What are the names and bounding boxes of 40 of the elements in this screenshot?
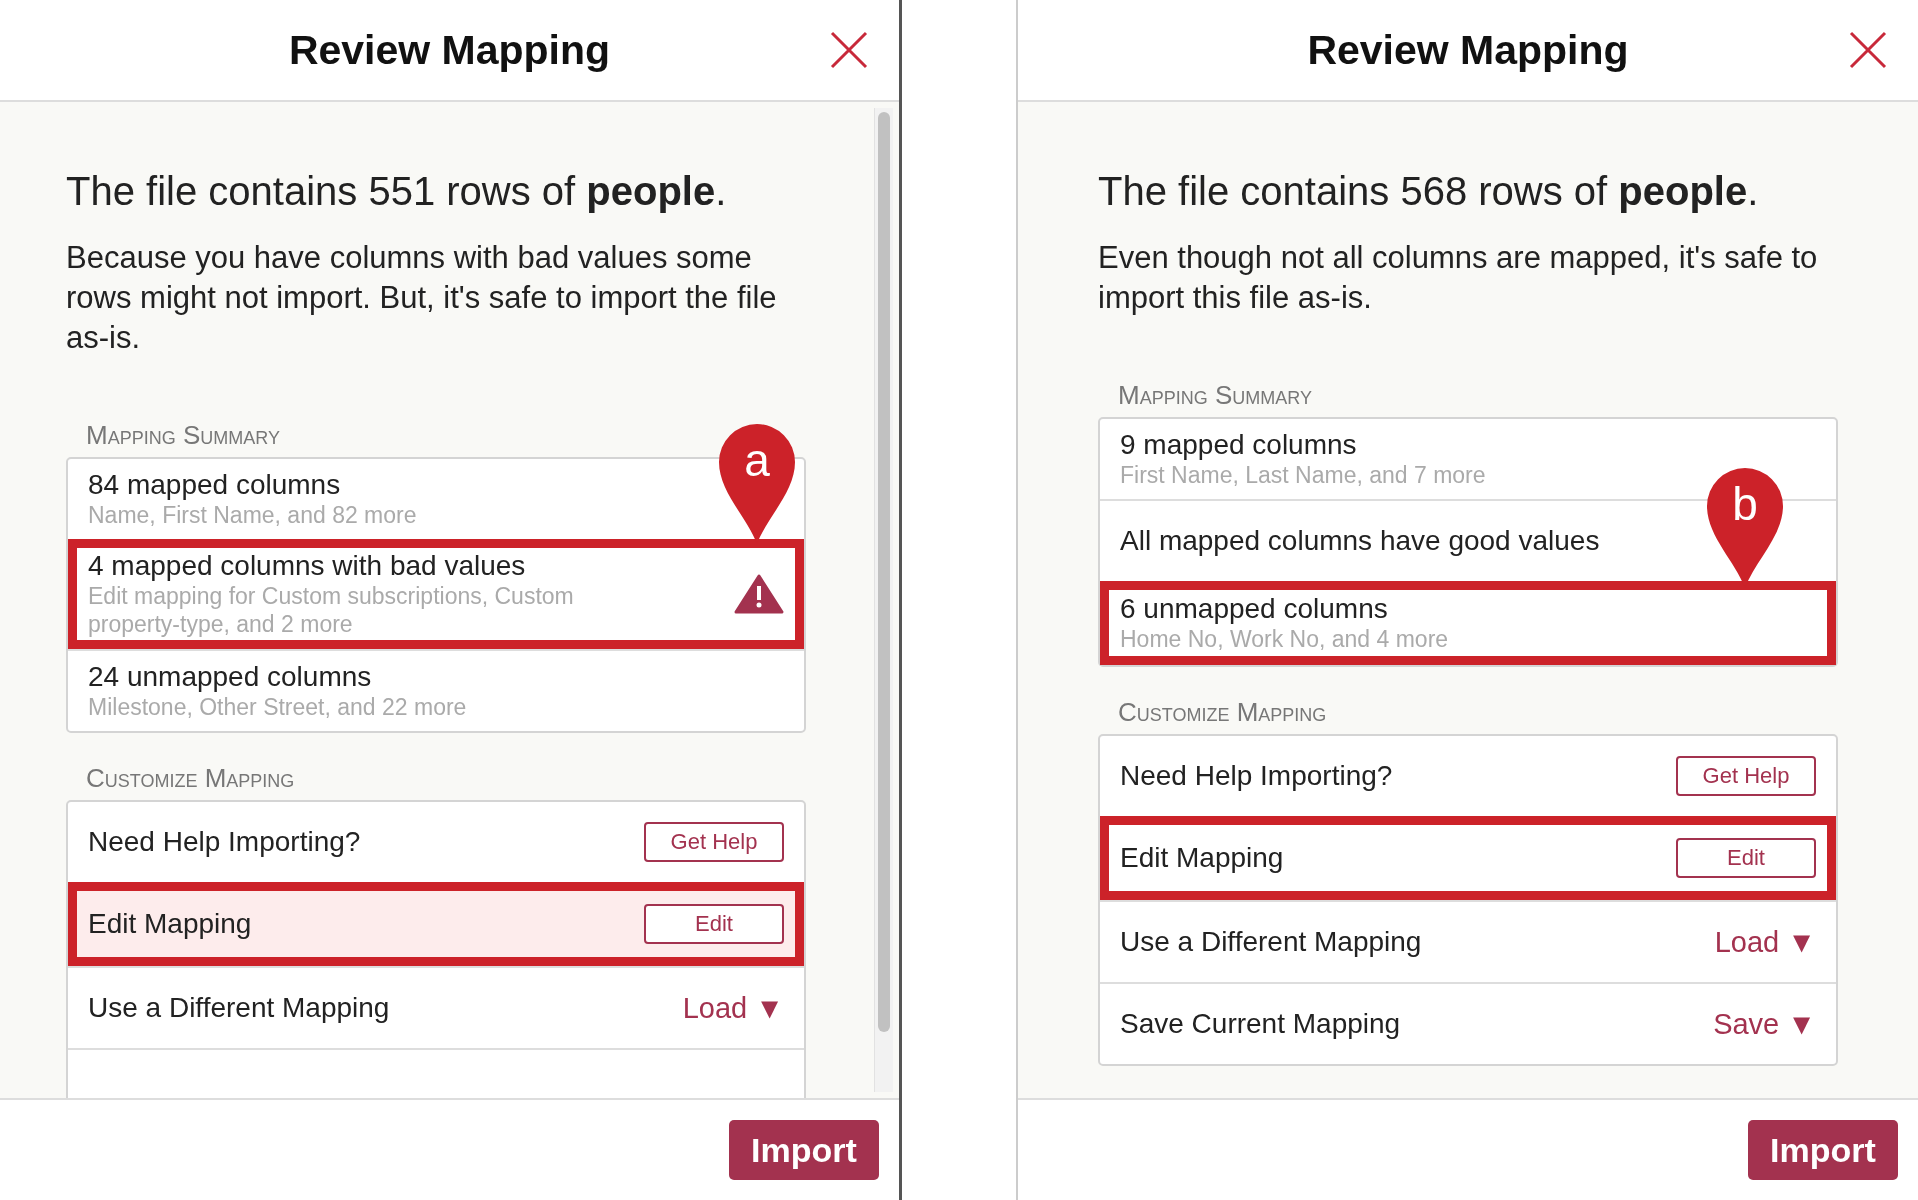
close-icon[interactable] bbox=[829, 30, 869, 70]
row-detail: Edit mapping for Custom subscriptions, Custom property-type, and 2 more bbox=[88, 582, 575, 638]
dropdown-button[interactable]: Save ▼ bbox=[1713, 1007, 1816, 1041]
section-heading: Mapping Summary bbox=[1117, 380, 1313, 411]
row-title: Use a Different Mapping bbox=[88, 992, 390, 1024]
row-title: Edit Mapping bbox=[88, 908, 252, 940]
row-title: Need Help Importing? bbox=[1120, 760, 1393, 792]
message-text: Even though not all columns are mapped, it's safe to import this file as-is. bbox=[1098, 239, 1819, 317]
row-detail: Milestone, Other Street, and 22 more bbox=[88, 693, 467, 721]
row-detail: Home No, Work No, and 4 more bbox=[1120, 625, 1449, 653]
import-button[interactable]: Import bbox=[729, 1120, 879, 1180]
row-title: 24 unmapped columns bbox=[88, 661, 373, 693]
row-title: 6 unmapped columns bbox=[1120, 593, 1389, 625]
row-title: Save Current Mapping bbox=[1120, 1008, 1401, 1040]
row-title: 9 mapped columns bbox=[1120, 429, 1358, 461]
row-button[interactable]: Edit bbox=[644, 904, 784, 944]
section-heading: Customize Mapping bbox=[85, 763, 296, 794]
row-detail: Name, First Name, and 82 more bbox=[88, 501, 417, 529]
import-button[interactable]: Import bbox=[1748, 1120, 1898, 1180]
scrollbar[interactable] bbox=[874, 108, 893, 1092]
row-title: Need Help Importing? bbox=[88, 826, 361, 858]
dropdown-button[interactable]: Load ▼ bbox=[682, 991, 784, 1025]
message-text: Because you have columns with bad values some rows might not import. But, it's safe to import the file as-is. bbox=[66, 239, 778, 357]
dialog-title: Review Mapping bbox=[1307, 26, 1629, 74]
dialog-title: Review Mapping bbox=[288, 26, 611, 74]
row-button[interactable]: Get Help bbox=[644, 822, 784, 862]
headline: The file contains 568 rows of people. bbox=[1098, 168, 1760, 215]
dropdown-button[interactable]: Load ▼ bbox=[1714, 925, 1816, 959]
section-heading: Mapping Summary bbox=[85, 420, 281, 451]
row-button[interactable]: Get Help bbox=[1676, 756, 1816, 796]
row-button[interactable]: Edit bbox=[1676, 838, 1816, 878]
row-title: 4 mapped columns with bad values bbox=[88, 550, 527, 582]
section-heading: Customize Mapping bbox=[1117, 697, 1328, 728]
row-detail: First Name, Last Name, and 7 more bbox=[1120, 461, 1486, 489]
row-title: All mapped columns have good values bbox=[1120, 525, 1600, 557]
row-title: Edit Mapping bbox=[1120, 842, 1284, 874]
row-title: Use a Different Mapping bbox=[1120, 926, 1422, 958]
close-icon[interactable] bbox=[1848, 30, 1888, 70]
headline: The file contains 551 rows of people. bbox=[66, 168, 728, 215]
row-title: 84 mapped columns bbox=[88, 469, 342, 501]
